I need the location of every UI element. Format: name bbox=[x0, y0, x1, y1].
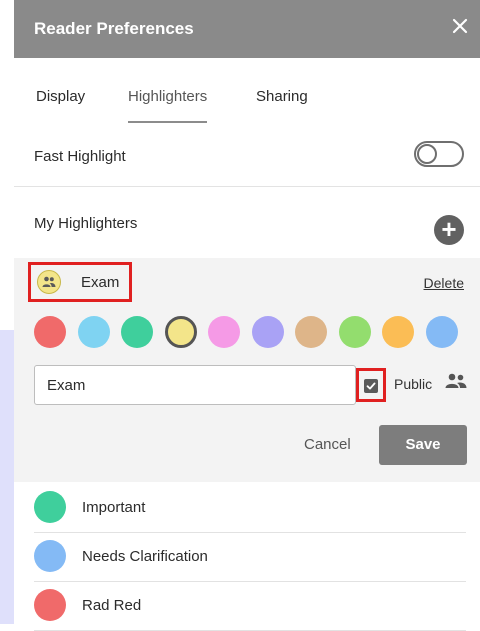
public-label: Public bbox=[394, 376, 433, 392]
panel-title: Reader Preferences bbox=[34, 19, 194, 38]
tab-highlighters[interactable]: Highlighters bbox=[128, 88, 208, 123]
highlighter-color-dot bbox=[34, 491, 66, 523]
color-swatch[interactable] bbox=[208, 316, 240, 348]
color-swatch[interactable] bbox=[382, 316, 414, 348]
fast-highlight-toggle[interactable] bbox=[414, 141, 464, 167]
title-bar: Reader Preferences bbox=[14, 0, 480, 58]
highlighter-name: Exam bbox=[81, 274, 120, 291]
add-highlighter-button[interactable]: + bbox=[434, 215, 464, 245]
color-swatch[interactable] bbox=[425, 316, 458, 348]
delete-link[interactable]: Delete bbox=[424, 275, 464, 291]
save-button[interactable]: Save bbox=[379, 425, 467, 465]
highlighter-color-dot bbox=[34, 589, 66, 621]
highlighter-label: Rad Red bbox=[82, 597, 142, 614]
list-item[interactable]: Important bbox=[34, 484, 466, 533]
check-icon bbox=[366, 382, 376, 390]
highlighter-name-input[interactable] bbox=[34, 365, 356, 405]
people-icon bbox=[445, 373, 467, 388]
color-swatch[interactable] bbox=[121, 316, 153, 348]
checkbox-checked bbox=[364, 379, 378, 393]
color-swatch[interactable] bbox=[338, 316, 371, 348]
fast-highlight-row: Fast Highlight bbox=[14, 136, 480, 187]
color-swatch[interactable] bbox=[77, 316, 110, 348]
tab-sharing[interactable]: Sharing bbox=[256, 88, 308, 118]
tab-display[interactable]: Display bbox=[36, 88, 85, 118]
tab-bar: Display Highlighters Sharing bbox=[14, 88, 480, 123]
public-checkbox[interactable] bbox=[356, 368, 386, 402]
fast-highlight-label: Fast Highlight bbox=[34, 148, 126, 165]
highlighter-header[interactable]: Exam bbox=[28, 262, 132, 302]
page: Reader Preferences Display Highlighters … bbox=[0, 0, 480, 631]
list-item[interactable]: Needs Clarification bbox=[34, 533, 466, 582]
color-swatch[interactable] bbox=[295, 316, 327, 348]
reader-preferences-panel: Reader Preferences Display Highlighters … bbox=[14, 0, 480, 631]
highlighter-editor: Exam Delete Public Cancel Save bbox=[14, 258, 480, 482]
people-icon bbox=[42, 276, 56, 287]
color-swatch[interactable] bbox=[164, 316, 197, 348]
color-swatch[interactable] bbox=[251, 316, 284, 348]
color-swatch[interactable] bbox=[34, 316, 66, 348]
highlighter-color-dot bbox=[37, 270, 61, 294]
close-icon[interactable] bbox=[448, 14, 472, 38]
toggle-knob bbox=[417, 144, 437, 164]
plus-icon: + bbox=[441, 214, 457, 244]
highlighter-color-dot bbox=[34, 540, 66, 572]
highlighter-label: Needs Clarification bbox=[82, 548, 208, 565]
cancel-button[interactable]: Cancel bbox=[304, 436, 351, 453]
highlighter-label: Important bbox=[82, 499, 146, 516]
background-accent bbox=[0, 330, 14, 624]
my-highlighters-heading: My Highlighters bbox=[34, 215, 138, 232]
